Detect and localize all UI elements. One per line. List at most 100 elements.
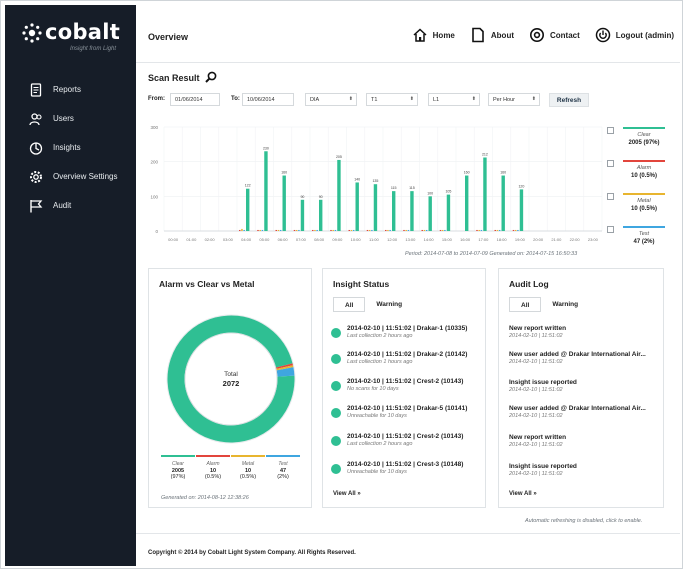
tab-warning[interactable]: Warning — [541, 297, 589, 312]
x-tick-label: 10:00 — [351, 237, 362, 242]
legend-alarm-swatch — [623, 160, 665, 162]
x-tick-label: 06:00 — [278, 237, 289, 242]
x-tick-label: 20:00 — [533, 237, 544, 242]
status-ok-icon — [331, 381, 341, 391]
x-tick-label: 22:00 — [570, 237, 581, 242]
x-tick-label: 18:00 — [497, 237, 508, 242]
chevron-updown-icon: ⬍ — [409, 96, 414, 102]
power-icon — [595, 27, 611, 43]
bar-metal — [514, 229, 517, 231]
x-tick-label: 01:00 — [186, 237, 197, 242]
tab-all[interactable]: All — [333, 297, 366, 312]
nav-logout[interactable]: Logout (admin) — [595, 27, 674, 43]
bar-clear-label: 105 — [445, 190, 451, 194]
sidebar-item-insights[interactable]: Insights — [5, 133, 136, 162]
nav-home-label: Home — [432, 30, 455, 40]
brand-tagline: Insight from Light — [70, 46, 117, 52]
refresh-button[interactable]: Refresh — [549, 93, 589, 107]
from-label: From: — [148, 96, 165, 102]
donut-legend-clear: Clear 2005 (97%) — [161, 455, 195, 480]
to-date-input[interactable]: 10/06/2014 — [242, 93, 294, 106]
bar-alarm — [366, 229, 369, 231]
sidebar-item-label: Users — [53, 114, 74, 123]
bar-clear-label: 115 — [409, 186, 415, 190]
audit-timestamp: 2014-02-10 | 11:51:02 — [509, 442, 563, 448]
audit-title: New user added @ Drakar International Ai… — [509, 405, 646, 412]
nav-contact[interactable]: Contact — [529, 27, 580, 43]
insight-view-all-link[interactable]: View All » — [333, 491, 361, 497]
x-tick-label: 16:00 — [460, 237, 471, 242]
list-item[interactable]: New user added @ Drakar International Ai… — [509, 405, 669, 427]
sidebar-item-overview-settings[interactable]: Overview Settings — [5, 162, 136, 191]
list-item[interactable]: New report written 2014-02-10 | 11:51:02 — [509, 325, 669, 347]
list-item[interactable]: 2014-02-10 | 11:51:02 | Crest-2 (10143) … — [331, 433, 491, 459]
list-item[interactable]: 2014-02-10 | 11:51:02 | Crest-2 (10143) … — [331, 378, 491, 404]
bar-clear — [246, 188, 250, 231]
list-item[interactable]: 2014-02-10 | 11:51:02 | Drakar-5 (10141)… — [331, 405, 491, 431]
reports-icon — [30, 82, 42, 97]
legend-clear: Clear 2005 (97%) — [607, 125, 673, 153]
legend-test-checkbox[interactable] — [607, 226, 614, 233]
donut-card-title: Alarm vs Clear vs Metal — [159, 279, 255, 289]
legend-test-value: 47 (2%) — [633, 239, 655, 245]
nav-about[interactable]: About — [470, 27, 514, 43]
status-ok-icon — [331, 354, 341, 364]
audit-card-title: Audit Log — [509, 279, 549, 289]
bar-clear — [373, 184, 378, 231]
status-subtitle: No scans for 10 days — [347, 386, 399, 392]
bar-alarm — [275, 229, 277, 231]
donut-legend-alarm: Alarm 10 (0.5%) — [196, 455, 230, 480]
bar-clear — [465, 175, 469, 231]
brand-logo[interactable]: cobalt Insight from Light — [21, 20, 131, 56]
sidebar: cobalt Insight from Light Reports Users … — [5, 5, 136, 566]
list-item[interactable]: New report written 2014-02-10 | 11:51:02 — [509, 434, 669, 456]
donut-legend-pct: (0.5%) — [239, 474, 257, 480]
auto-refresh-toggle-link[interactable]: Automatic refreshing is disabled, click … — [525, 518, 642, 524]
gear-icon — [30, 170, 42, 183]
list-item[interactable]: New user added @ Drakar International Ai… — [509, 351, 669, 373]
bar-metal — [350, 229, 353, 231]
list-item[interactable]: 2014-02-10 | 11:51:02 | Drakar-2 (10142)… — [331, 351, 491, 377]
select-l1[interactable]: L1 ⬍ — [428, 93, 480, 106]
donut-legend-name: Test — [278, 461, 288, 467]
select-interval[interactable]: Per Hour ⬍ — [488, 93, 540, 106]
status-subtitle: Last collection 1 hours ago — [347, 359, 413, 365]
donut-legend-test: Test 47 (2%) — [266, 455, 300, 480]
bar-test — [444, 229, 446, 231]
list-item[interactable]: 2014-02-10 | 11:51:02 | Crest-3 (10148) … — [331, 461, 491, 487]
legend-test-swatch — [623, 226, 665, 228]
bar-clear — [355, 182, 359, 231]
bar-alarm — [330, 229, 332, 231]
legend-clear-swatch — [623, 127, 665, 129]
legend-metal-checkbox[interactable] — [607, 193, 614, 200]
tab-all[interactable]: All — [509, 297, 542, 312]
cobalt-logo-icon — [22, 23, 42, 43]
status-title: 2014-02-10 | 11:51:02 | Drakar-1 (10335) — [347, 325, 468, 332]
audit-timestamp: 2014-02-10 | 11:51:02 — [509, 333, 563, 339]
scan-result-title: Scan Result — [148, 73, 200, 83]
status-subtitle: Last collection 2 hours ago — [347, 441, 413, 447]
bar-alarm — [403, 229, 405, 231]
nav-home[interactable]: Home — [412, 27, 455, 43]
list-item[interactable]: 2014-02-10 | 11:51:02 | Drakar-1 (10335)… — [331, 325, 491, 351]
sidebar-item-audit[interactable]: Audit — [5, 191, 136, 220]
x-tick-label: 07:00 — [296, 237, 307, 242]
select-t1[interactable]: T1 ⬍ — [366, 93, 418, 106]
sidebar-item-label: Overview Settings — [53, 172, 118, 181]
tab-warning[interactable]: Warning — [365, 297, 413, 312]
from-date-input[interactable]: 01/06/2014 — [170, 93, 220, 106]
audit-view-all-link[interactable]: View All » — [509, 491, 537, 497]
bar-clear-label: 140 — [354, 177, 360, 181]
bar-clear — [264, 151, 268, 231]
legend-alarm-checkbox[interactable] — [607, 160, 614, 167]
bar-test — [389, 229, 391, 231]
legend-clear-checkbox[interactable] — [607, 127, 614, 134]
search-icon[interactable] — [205, 71, 217, 83]
donut-legend-swatch — [231, 455, 265, 457]
nav-logout-label: Logout (admin) — [615, 30, 674, 40]
sidebar-item-users[interactable]: Users — [5, 104, 136, 133]
list-item[interactable]: Insight issue reported 2014-02-10 | 11:5… — [509, 379, 669, 401]
sidebar-item-reports[interactable]: Reports — [5, 75, 136, 104]
select-dia[interactable]: DIA ⬍ — [305, 93, 357, 106]
list-item[interactable]: Insight issue reported 2014-02-10 | 11:5… — [509, 463, 669, 485]
